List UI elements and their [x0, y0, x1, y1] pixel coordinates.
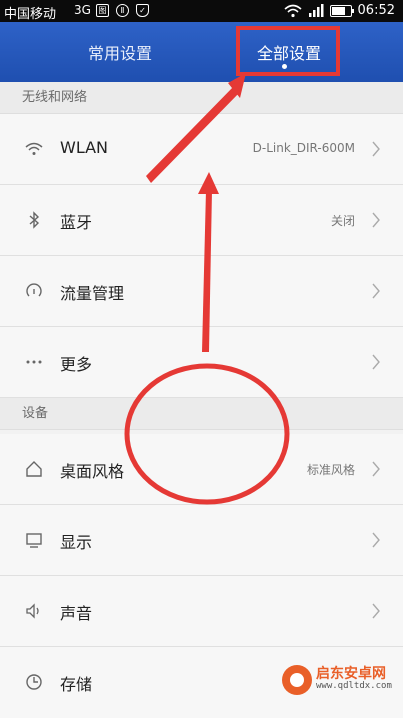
chevron-right-icon [372, 354, 380, 370]
watermark-logo: 启东安卓网 www.qdltdx.com [282, 660, 403, 699]
settings-row-wlan[interactable]: WLAN D-Link_DIR-600M [0, 114, 403, 185]
more-icon [24, 352, 44, 372]
row-label: 声音 [60, 604, 93, 623]
row-label: 显示 [60, 533, 93, 552]
chevron-right-icon [372, 461, 380, 477]
clock: 06:52 [357, 3, 395, 18]
row-label: 更多 [60, 355, 93, 374]
row-label: WLAN [60, 138, 109, 157]
display-icon [24, 530, 44, 550]
watermark-icon [282, 664, 312, 695]
section-header-device: 设备 [0, 398, 403, 430]
settings-row-bluetooth[interactable]: 蓝牙 关闭 [0, 185, 403, 256]
row-label: 蓝牙 [60, 213, 93, 232]
status-bar: 中国移动 3G 图 Ⅱ ✓ 06:52 [0, 0, 403, 22]
home-icon [24, 459, 44, 479]
cell-signal-icon [308, 4, 324, 17]
highlight-box [236, 26, 340, 76]
network-type: 3G [74, 3, 91, 17]
chevron-right-icon [372, 283, 380, 299]
row-value: D-Link_DIR-600M [252, 141, 355, 155]
row-value: 关闭 [330, 214, 355, 228]
battery-icon [329, 4, 354, 17]
watermark-title: 启东安卓网 [316, 665, 386, 682]
row-label: 流量管理 [60, 284, 125, 303]
row-value: 标准风格 [306, 463, 355, 477]
row-label: 桌面风格 [60, 462, 125, 481]
chevron-right-icon [372, 603, 380, 619]
chevron-right-icon [372, 532, 380, 548]
storage-icon [24, 672, 44, 692]
shield-icon: ✓ [136, 4, 149, 17]
data-usage-icon [24, 281, 44, 301]
section-header-wireless: 无线和网络 [0, 82, 403, 114]
speaker-icon [24, 601, 44, 621]
watermark-url: www.qdltdx.com [316, 681, 392, 692]
settings-row-launcher-style[interactable]: 桌面风格 标准风格 [0, 434, 403, 505]
chevron-right-icon [372, 141, 380, 157]
settings-tab-bar: 常用设置 全部设置 [0, 22, 403, 82]
sim-icon: 图 [96, 4, 109, 17]
settings-row-more[interactable]: 更多 [0, 327, 403, 398]
tab-common-settings[interactable]: 常用设置 [40, 22, 200, 82]
notification-icon: Ⅱ [116, 4, 129, 17]
wifi-icon [24, 139, 44, 159]
settings-row-data-usage[interactable]: 流量管理 [0, 256, 403, 327]
carrier-name: 中国移动 [4, 7, 57, 22]
bluetooth-icon [24, 210, 44, 230]
settings-row-sound[interactable]: 声音 [0, 576, 403, 647]
row-label: 存储 [60, 675, 93, 694]
settings-row-display[interactable]: 显示 [0, 505, 403, 576]
wifi-signal-icon [284, 4, 302, 17]
chevron-right-icon [372, 212, 380, 228]
